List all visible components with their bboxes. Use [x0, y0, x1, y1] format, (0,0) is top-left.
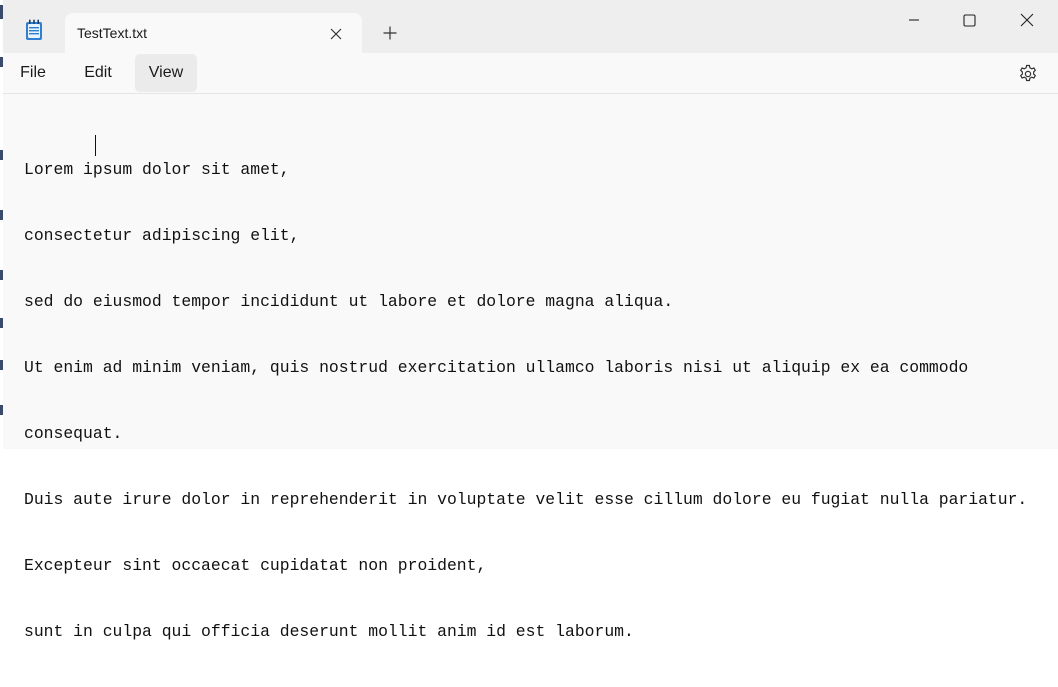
- close-icon[interactable]: [325, 23, 347, 45]
- plus-icon[interactable]: [379, 22, 401, 44]
- minimize-icon[interactable]: [891, 4, 937, 36]
- notepad-icon: [24, 19, 44, 41]
- title-bar: TestText.txt: [3, 0, 1058, 54]
- menu-edit[interactable]: Edit: [67, 54, 129, 92]
- menu-bar: File Edit View: [3, 53, 1058, 94]
- text-line: consectetur adipiscing elit,: [24, 226, 300, 245]
- text-line: Lorem ipsum dolor sit amet,: [24, 160, 290, 179]
- text-line: Duis aute irure dolor in reprehenderit i…: [24, 490, 1028, 509]
- text-line: consequat.: [24, 424, 123, 443]
- notepad-window: TestText.txt File Edit View Lorem ipsum …: [0, 0, 1058, 641]
- menu-file[interactable]: File: [7, 54, 59, 92]
- text-editor[interactable]: Lorem ipsum dolor sit amet, consectetur …: [3, 95, 1058, 641]
- maximize-icon[interactable]: [946, 4, 992, 36]
- text-line: sed do eiusmod tempor incididunt ut labo…: [24, 292, 674, 311]
- text-line: Ut enim ad minim veniam, quis nostrud ex…: [24, 358, 969, 377]
- text-caret: [95, 135, 96, 156]
- document-text[interactable]: Lorem ipsum dolor sit amet, consectetur …: [24, 115, 1027, 687]
- text-line: sunt in culpa qui officia deserunt molli…: [24, 622, 634, 641]
- tab-title: TestText.txt: [77, 25, 148, 41]
- text-line: Excepteur sint occaecat cupidatat non pr…: [24, 556, 487, 575]
- gear-icon[interactable]: [1017, 63, 1039, 85]
- tab-testtext[interactable]: TestText.txt: [65, 13, 362, 54]
- close-window-icon[interactable]: [1004, 4, 1050, 36]
- menu-view[interactable]: View: [135, 54, 197, 92]
